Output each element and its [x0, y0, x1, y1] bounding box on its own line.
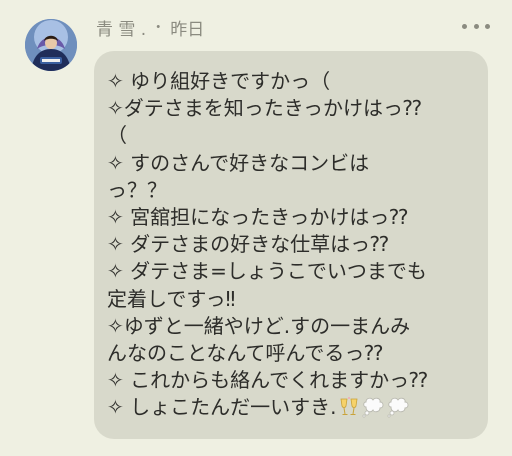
message-line: んなのことなんて呼んでるっ⁇	[107, 340, 383, 365]
message-line-last: ✧ しょこたんだ一いすき.	[107, 394, 476, 421]
message-line: ✧ これからも絡んでくれますかっ⁇	[107, 368, 428, 393]
message-line: ✧ゆずと一緒やけど.すの一まんみ	[107, 313, 411, 338]
message-line: 定着しですっ‼	[107, 286, 236, 311]
post-time: 昨日	[170, 19, 205, 40]
avatar-image	[25, 19, 77, 71]
dot	[485, 23, 490, 29]
message-line: ✧ 宮舘担になったきっかけはっ⁇	[107, 204, 408, 229]
message-line: ✧ すのさんで好きなコンビは	[107, 150, 370, 175]
more-options-icon[interactable]	[462, 14, 490, 38]
header-separator: ・	[151, 20, 166, 36]
message-line: ✧ ダテさま=しょうこでいつまでも	[107, 259, 427, 284]
reply-post: 青 雪 . ・ 昨日 ✧ ゆり組好きですかっ（ ✧ダテさまを知ったきっかけはっ⁇…	[0, 0, 512, 456]
message-bubble[interactable]: ✧ ゆり組好きですかっ（ ✧ダテさまを知ったきっかけはっ⁇ （ ✧ すのさんで好…	[94, 51, 488, 439]
thought-bubble-emoji	[363, 398, 384, 418]
message-line: （	[107, 123, 127, 148]
dot	[462, 23, 467, 29]
message-line: ✧ ダテさまの好きな仕草はっ⁇	[107, 232, 389, 257]
dot	[473, 23, 479, 29]
message-line: ✧ダテさまを知ったきっかけはっ⁇	[107, 96, 422, 121]
message-line: ✧ ゆり組好きですかっ（	[107, 69, 331, 93]
author-name[interactable]: 青 雪 .	[96, 15, 146, 40]
message-line: っ？？	[107, 177, 167, 202]
avatar[interactable]	[25, 19, 77, 71]
champagne-glasses-emoji	[341, 397, 358, 416]
thought-bubble-emoji	[388, 398, 409, 418]
emoji-group	[338, 396, 411, 418]
post-header: 青 雪 . ・ 昨日	[96, 15, 205, 40]
message-line-text: ✧ しょこたんだ一いすき.	[107, 395, 337, 420]
